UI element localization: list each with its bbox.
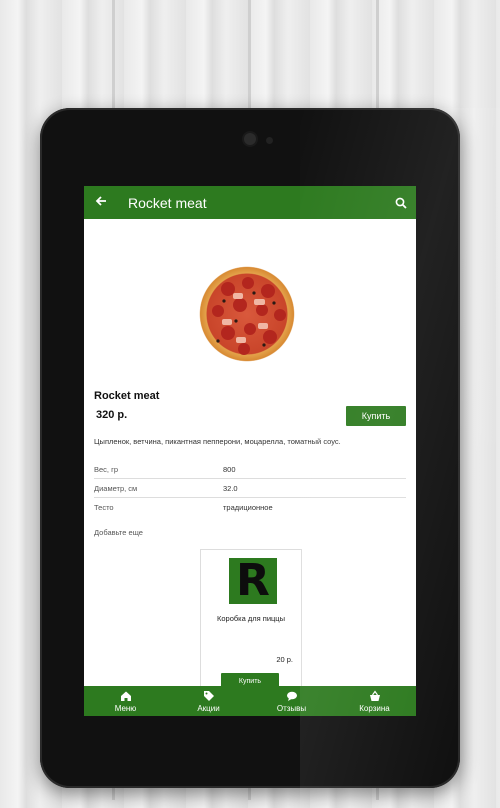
nav-item-reviews[interactable]: Отзывы <box>250 686 333 716</box>
spec-row: Диаметр, см 32.0 <box>94 479 406 498</box>
spec-row: Вес, гр 800 <box>94 460 406 479</box>
logo-letter: R <box>236 555 270 606</box>
spec-label: Тесто <box>94 502 114 512</box>
app-header: Rocket meat <box>84 186 416 219</box>
spec-value: традиционное <box>223 502 273 512</box>
addon-name: Коробка для пиццы <box>216 614 285 623</box>
nav-label: Меню <box>114 703 137 713</box>
addons-heading: Добавьте еще <box>94 528 143 537</box>
basket-icon <box>369 689 380 701</box>
brand-logo: R <box>229 558 277 604</box>
home-icon <box>120 691 131 701</box>
chat-icon <box>286 691 297 701</box>
nav-item-promos[interactable]: Акции <box>167 686 250 716</box>
search-icon[interactable] <box>386 197 416 209</box>
nav-label: Корзина <box>359 703 390 713</box>
addon-card[interactable]: R Коробка для пиццы 20 р. Купить <box>200 549 302 695</box>
bottom-nav: Меню Акции Отзывы Корзина <box>84 686 416 716</box>
nav-item-cart[interactable]: Корзина <box>333 686 416 716</box>
product-name: Rocket meat <box>94 390 160 402</box>
camera-icon <box>244 133 256 145</box>
spec-label: Диаметр, см <box>94 483 138 493</box>
sensor-icon <box>266 137 273 144</box>
product-price: 320 р. <box>96 409 128 421</box>
spec-value: 32.0 <box>223 483 238 493</box>
spec-label: Вес, гр <box>94 464 118 474</box>
nav-label: Отзывы <box>276 703 307 713</box>
nav-item-menu[interactable]: Меню <box>84 686 167 716</box>
app-screen: Rocket meat Rocket meat 320 р. Купить Цы… <box>84 186 416 716</box>
nav-label: Акции <box>197 703 220 713</box>
specs-table: Вес, гр 800 Диаметр, см 32.0 Тесто тради… <box>94 460 406 516</box>
page-title: Rocket meat <box>128 194 207 211</box>
tag-icon <box>203 690 214 701</box>
back-arrow-icon[interactable] <box>84 194 118 212</box>
product-description: Цыпленок, ветчина, пикантная пепперони, … <box>94 437 341 446</box>
pizza-image <box>188 255 306 373</box>
buy-button[interactable]: Купить <box>346 406 406 426</box>
spec-value: 800 <box>223 464 236 474</box>
spec-row: Тесто традиционное <box>94 498 406 516</box>
addon-price: 20 р. <box>276 655 293 664</box>
